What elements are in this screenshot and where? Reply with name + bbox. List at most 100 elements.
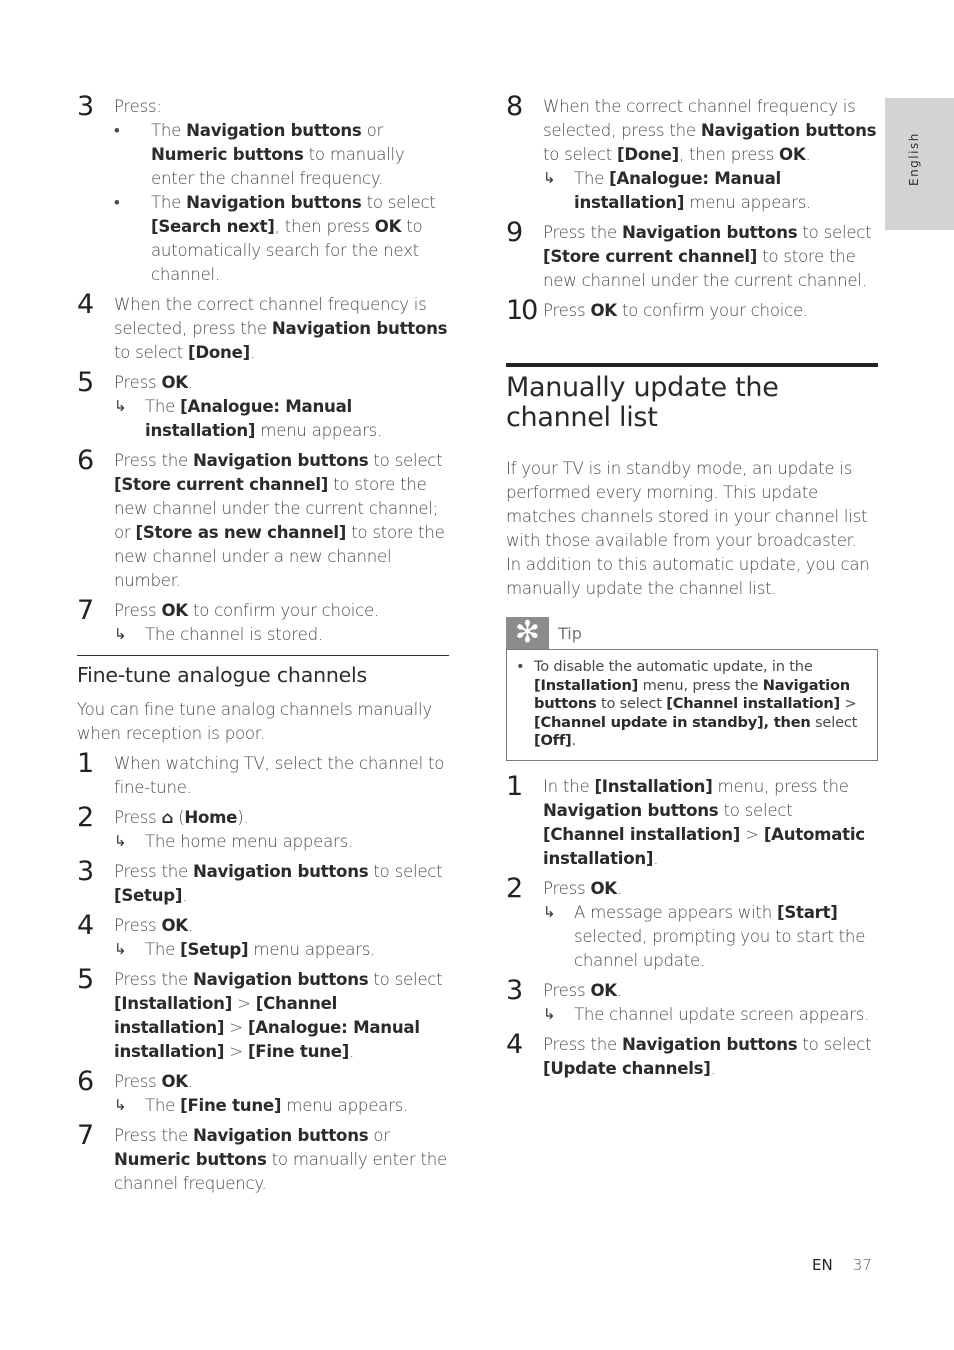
- text-run: The: [574, 169, 610, 188]
- step-text: Press OK.: [114, 371, 449, 395]
- page-footer: EN 37: [812, 1256, 872, 1274]
- text-run: .: [805, 145, 811, 164]
- text-run: .: [710, 1058, 716, 1078]
- bullet-icon: •: [516, 658, 525, 675]
- emphasis-text: [Done]: [617, 145, 679, 164]
- step-number: 9: [506, 217, 523, 248]
- emphasis-text: OK: [161, 1072, 188, 1091]
- text-run: .: [616, 980, 622, 1000]
- step-item: 8 When the correct channel frequency is s…: [506, 92, 878, 215]
- text-run: Press the: [543, 223, 622, 242]
- emphasis-text: Navigation buttons: [192, 970, 369, 989]
- text-run: .: [187, 1072, 193, 1091]
- emphasis-text: Navigation buttons: [186, 193, 362, 212]
- text-run: When watching TV, select the channel to …: [114, 754, 445, 797]
- emphasis-text: [Search next]: [151, 217, 275, 236]
- emphasis-text: Navigation buttons: [543, 800, 719, 820]
- text-run: The: [151, 193, 187, 212]
- emphasis-text: Navigation buttons: [192, 1126, 369, 1145]
- text-run: ).: [237, 808, 249, 827]
- bullet-icon: •: [114, 193, 120, 212]
- step-number: 4: [506, 1028, 523, 1060]
- step-number: 7: [77, 1120, 94, 1151]
- text-run: The channel is stored.: [145, 625, 323, 644]
- step-text: Press the Navigation buttons to select […: [543, 1033, 878, 1081]
- text-run: or: [368, 1126, 390, 1145]
- step-item: 3 Press OK. ↳ The channel update screen app…: [506, 974, 878, 1027]
- step-item: 7 Press OK to confirm your choice. ↳ The ch…: [77, 596, 449, 647]
- step-item: 3 Press the Navigation buttons to select …: [77, 856, 449, 908]
- home-icon: ⌂: [161, 808, 174, 827]
- section-title-update-list: Manually update the channel list: [506, 372, 779, 433]
- text-run: menu, press the: [638, 676, 763, 694]
- step-number: 2: [506, 872, 523, 904]
- step-text: When watching TV, select the channel to …: [114, 752, 449, 800]
- step-item: 6 Press OK. ↳ The [Fine tune] menu appears.: [77, 1067, 449, 1118]
- step-text: Press OK.: [114, 1070, 449, 1094]
- text-run: The: [151, 121, 187, 140]
- emphasis-text: Navigation buttons: [271, 319, 448, 338]
- text-run: A message appears with: [574, 902, 777, 922]
- language-label: English: [907, 132, 921, 186]
- text-run: .: [187, 916, 193, 935]
- step-number: 1: [506, 770, 523, 802]
- step-item: 2 Press OK. ↳ A message appears with [Start…: [506, 872, 878, 973]
- step-text: Press OK.: [543, 877, 878, 901]
- right-column: 8 When the correct channel frequency is s…: [506, 92, 878, 1081]
- step-item: 1 In the [Installation] menu, press the N…: [506, 770, 878, 871]
- result-arrow-icon: ↳: [114, 625, 127, 643]
- text-run: menu appears.: [248, 940, 376, 959]
- emphasis-text: [Store as new channel]: [135, 523, 347, 542]
- step-text: Press ⌂ (Home).: [114, 806, 449, 830]
- emphasis-text: Navigation buttons: [700, 121, 877, 140]
- emphasis-text: [Off]: [534, 732, 572, 750]
- language-side-tab: English: [885, 98, 954, 230]
- step-text: Press OK to confirm your choice.: [543, 299, 878, 323]
- footer-language: EN: [812, 1256, 833, 1274]
- step-result: ↳ The [Setup] menu appears.: [114, 938, 449, 962]
- text-run: In the: [543, 776, 595, 796]
- step-text: Press the Navigation buttons to select […: [114, 968, 449, 1064]
- step-text: Press OK.: [543, 979, 878, 1003]
- text-run: , then press: [274, 217, 375, 236]
- text-run: The: [145, 940, 181, 959]
- step-result: ↳ The home menu appears.: [114, 830, 449, 854]
- text-run: The home menu appears.: [145, 832, 353, 851]
- step-number: 3: [77, 856, 94, 887]
- text-run: Press the: [543, 1034, 622, 1054]
- step-text: Press OK to confirm your choice.: [114, 599, 449, 623]
- steps-update-list: 1 In the [Installation] menu, press the N…: [506, 770, 878, 1081]
- result-arrow-icon: ↳: [543, 169, 556, 187]
- emphasis-text: [Installation]: [594, 776, 713, 796]
- text-run: menu, press the: [712, 776, 849, 796]
- emphasis-text: OK: [374, 217, 402, 236]
- result-arrow-icon: ↳: [114, 940, 127, 958]
- text-run: to select: [114, 343, 189, 362]
- text-run: .: [349, 1042, 355, 1061]
- text-run: menu appears.: [255, 421, 383, 440]
- text-run: to select: [718, 800, 793, 820]
- emphasis-text: OK: [590, 301, 617, 320]
- step-number: 6: [77, 445, 94, 476]
- step-item: 5 Press the Navigation buttons to select …: [77, 965, 449, 1064]
- bullet-item: • The Navigation buttons to select [Searc…: [114, 191, 449, 287]
- text-run: selected, prompting you to start the cha…: [574, 926, 866, 970]
- text-run: Press: [543, 878, 591, 898]
- text-run: The: [145, 397, 181, 416]
- emphasis-text: [Installation]: [114, 994, 233, 1013]
- text-run: Press: [114, 373, 162, 392]
- text-run: to select: [797, 1034, 872, 1054]
- step-item: 10 Press OK to confirm your choice.: [506, 296, 878, 326]
- text-run: .: [182, 886, 188, 905]
- emphasis-text: OK: [161, 373, 188, 392]
- step-item: 4 Press OK. ↳ The [Setup] menu appears.: [77, 911, 449, 962]
- step-result: ↳ The channel is stored.: [114, 623, 449, 647]
- asterisk-icon: ✻: [506, 617, 549, 649]
- text-run: to select: [797, 223, 872, 242]
- text-run: .: [571, 732, 576, 750]
- step-result: ↳ The channel update screen appears.: [543, 1003, 878, 1027]
- step-number: 3: [506, 974, 523, 1006]
- text-run: Press: [114, 808, 162, 827]
- step-item: 6 Press the Navigation buttons to select …: [77, 445, 449, 593]
- emphasis-text: Navigation buttons: [186, 121, 362, 140]
